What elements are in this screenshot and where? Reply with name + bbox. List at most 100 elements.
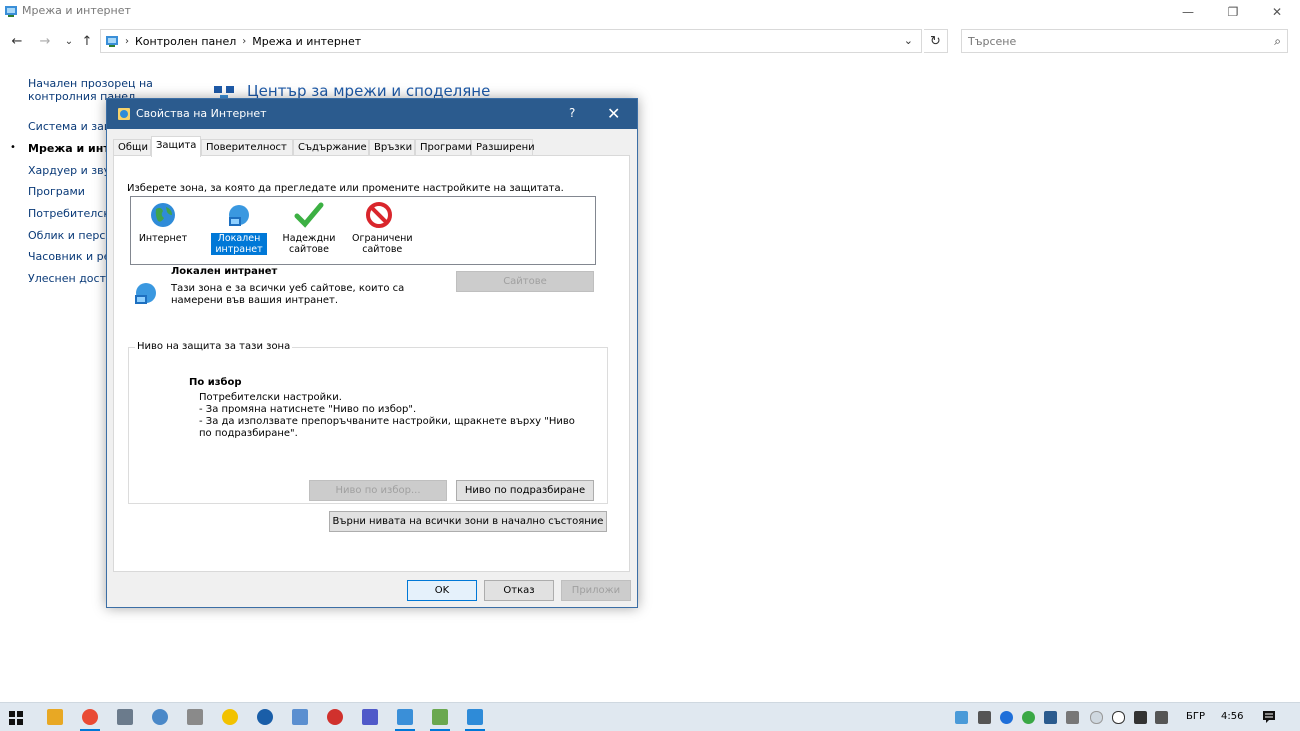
current-bullet: • [10,142,16,153]
window-title: Мрежа и интернет [22,4,131,17]
window-titlebar: Мрежа и интернет — ❐ ✕ [0,0,1300,24]
up-button[interactable]: ↑ [78,32,96,50]
control-panel-icon [5,6,17,17]
app-icon[interactable] [292,709,308,725]
zone-local-intranet[interactable]: Локален интранет [211,201,267,255]
bluetooth-icon[interactable] [1000,711,1013,724]
app-icon[interactable] [257,709,273,725]
internet-properties-dialog: Свойства на Интернет ? ✕ Общи Защита Пов… [106,98,638,608]
custom-level-button[interactable]: Ниво по избор... [309,480,447,501]
zone-restricted-sites[interactable]: Ограничени сайтове [351,201,413,255]
app-icon[interactable] [187,709,203,725]
network-icon [214,86,234,98]
internet-options-icon [118,108,130,120]
address-bar[interactable]: › Контролен панел › Мрежа и интернет ⌄ [100,29,922,53]
control-panel-icon [106,36,118,47]
sidebar-item-programs[interactable]: Програми [28,185,85,198]
volume-icon[interactable] [1155,711,1168,724]
onedrive-icon[interactable] [1090,711,1103,724]
chrome-icon[interactable] [80,709,100,731]
security-level-line: Потребителски настройки. [199,392,342,403]
minimize-button[interactable]: — [1165,0,1211,24]
address-row: ← → ⌄ ↑ › Контролен панел › Мрежа и инте… [0,26,1300,58]
security-tab-panel: Изберете зона, за която да прегледате ил… [113,155,630,572]
tab-programs[interactable]: Програми [415,139,472,156]
search-input[interactable]: Търсене ⌕ [961,29,1288,53]
tab-privacy[interactable]: Поверителност [201,139,293,156]
sidebar-item-appearance[interactable]: Облик и персо [28,229,112,242]
search-icon[interactable]: ⌕ [1274,34,1281,49]
sidebar-item-clock-region[interactable]: Часовник и рег [28,250,116,263]
sidebar-item-network-internet[interactable]: Мрежа и инте [28,142,117,155]
tab-general[interactable]: Общи [113,139,151,156]
cancel-button[interactable]: Отказ [484,580,554,601]
sidebar-item-hardware-sound[interactable]: Хардуер и звук [28,164,117,177]
taskbar: БГР 4:56 [0,702,1300,731]
sites-button[interactable]: Сайтове [456,271,594,292]
zone-label: Интернет [138,233,188,244]
dialog-help-button[interactable]: ? [569,106,575,120]
language-indicator[interactable]: БГР [1186,711,1205,722]
dialog-close-button[interactable]: ✕ [607,104,620,123]
tray-app-icon[interactable] [978,711,991,724]
tab-content[interactable]: Съдържание [293,139,369,156]
forward-button[interactable]: → [36,32,54,50]
teams-icon[interactable] [362,709,378,725]
tab-connections[interactable]: Връзки [369,139,415,156]
notification-icon[interactable] [1262,710,1276,724]
zone-trusted-sites[interactable]: Надеждни сайтове [281,201,337,255]
app-icon[interactable] [222,709,238,725]
zone-list: Интернет Локален интранет Надеждни сайто… [130,196,596,265]
zone-prompt: Изберете зона, за която да прегледате ил… [127,183,564,194]
tab-security[interactable]: Защита [151,136,201,157]
sidebar-item-user-accounts[interactable]: Потребителски [28,207,117,220]
tray-app-icon[interactable] [1044,711,1057,724]
close-button[interactable]: ✕ [1254,0,1300,24]
tray-app-icon[interactable] [1022,711,1035,724]
windows-start-icon[interactable] [9,711,23,725]
zone-internet[interactable]: Интернет [135,201,191,244]
internet-options-icon[interactable] [465,709,485,731]
maximize-button[interactable]: ❐ [1210,0,1256,24]
tray-app-icon[interactable] [955,711,968,724]
security-level-title: По избор [189,377,242,388]
onedrive-icon[interactable] [1112,711,1125,724]
tray-app-icon[interactable] [1066,711,1079,724]
breadcrumb-network-internet[interactable]: Мрежа и интернет [252,35,361,48]
app-icon[interactable] [430,709,450,731]
app-icon[interactable] [327,709,343,725]
tab-advanced[interactable]: Разширени [471,139,535,156]
default-level-button[interactable]: Ниво по подразбиране [456,480,594,501]
apply-button[interactable]: Приложи [561,580,631,601]
checkmark-icon [294,202,324,228]
security-level-group: Ниво на защита за тази зона По избор Пот… [128,341,608,504]
refresh-button[interactable]: ↻ [924,29,948,53]
breadcrumb-control-panel[interactable]: Контролен панел [135,35,236,48]
calculator-icon[interactable] [117,709,133,725]
zone-label: Локален интранет [211,233,267,255]
reset-all-zones-button[interactable]: Върни нивата на всички зони в начално съ… [329,511,607,532]
search-placeholder: Търсене [968,34,1017,48]
back-button[interactable]: ← [8,32,26,50]
sidebar-item-system-security[interactable]: Система и защ [28,120,114,133]
control-panel-icon[interactable] [395,709,415,731]
zone-label: Ограничени сайтове [352,233,413,255]
no-entry-icon [366,202,392,228]
address-dropdown-icon[interactable]: ⌄ [904,34,913,47]
network-tray-icon[interactable] [1134,711,1147,724]
file-explorer-icon[interactable] [47,709,63,725]
recent-locations-button[interactable]: ⌄ [60,32,78,50]
network-app-icon[interactable] [152,709,168,725]
sidebar-item-ease-of-access[interactable]: Улеснен дость [28,272,112,285]
zone-label: Надеждни сайтове [282,233,336,255]
security-level-line: - За промяна натиснете "Ниво по избор". [199,404,417,415]
sidebar-item-home[interactable]: Начален прозорец на [28,77,153,90]
clock[interactable]: 4:56 [1221,711,1243,722]
globe-icon [151,203,175,227]
breadcrumb-separator: › [125,35,129,47]
dialog-titlebar: Свойства на Интернет ? ✕ [107,99,637,129]
selected-zone-description: Тази зона е за всички уеб сайтове, които… [171,283,405,306]
security-level-line: - За да използвате препоръчваните настро… [199,416,575,439]
ok-button[interactable]: OK [407,580,477,601]
breadcrumb-separator: › [242,35,247,47]
